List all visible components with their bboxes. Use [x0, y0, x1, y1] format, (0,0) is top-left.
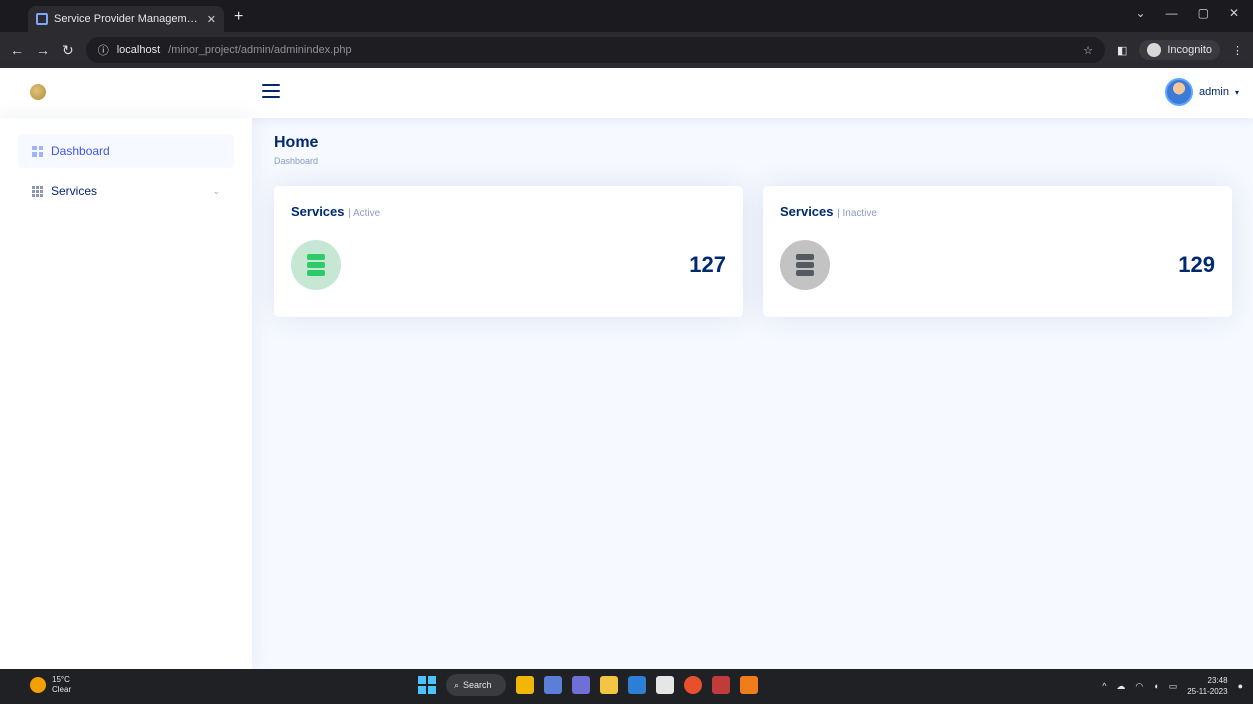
- incognito-badge[interactable]: Incognito: [1139, 40, 1220, 60]
- weather-temp: 15°C: [52, 675, 70, 684]
- weather-widget[interactable]: 15°C Clear: [30, 675, 71, 695]
- card-subtitle: | Inactive: [837, 208, 877, 219]
- sidebar: Dashboard Services ⌄: [0, 118, 252, 669]
- sidebar-item-label: Dashboard: [51, 144, 110, 158]
- site-info-icon[interactable]: ⓘ: [98, 42, 109, 58]
- inactive-services-count: 129: [1178, 252, 1215, 277]
- active-services-count: 127: [689, 252, 726, 277]
- teams-icon[interactable]: [572, 676, 590, 694]
- speaker-icon[interactable]: ◖: [1153, 681, 1158, 691]
- card-subtitle: | Active: [348, 208, 381, 219]
- server-icon: [780, 240, 830, 290]
- card-title: Services | Inactive: [780, 204, 877, 219]
- clock[interactable]: 23:48 25-11-2023: [1187, 675, 1227, 697]
- card-title-text: Services: [780, 204, 834, 219]
- windows-start-icon[interactable]: [418, 676, 436, 694]
- notification-icon[interactable]: ●: [1238, 681, 1243, 691]
- file-explorer-icon[interactable]: [600, 676, 618, 694]
- toolbar-right: ◧ Incognito ⋮: [1117, 40, 1243, 60]
- os-taskbar: 15°C Clear ⌕ Search ^ ☁ ◠ ◖ ▭ 23:48 25-1…: [0, 669, 1253, 704]
- browser-tab[interactable]: Service Provider Management S ✕: [28, 6, 224, 32]
- app-header: admin ▾: [0, 68, 1253, 118]
- chrome-icon[interactable]: [684, 676, 702, 694]
- close-tab-icon[interactable]: ✕: [207, 13, 216, 26]
- stat-cards: Services | Active 127 Services | Inactiv…: [274, 186, 1232, 317]
- breadcrumb[interactable]: Dashboard: [274, 156, 1231, 166]
- reload-icon[interactable]: ↻: [62, 42, 74, 59]
- search-label: Search: [463, 680, 492, 690]
- new-tab-icon[interactable]: +: [234, 8, 243, 26]
- browser-menu-icon[interactable]: ⋮: [1232, 44, 1243, 57]
- battery-icon[interactable]: ▭: [1169, 681, 1178, 692]
- profile-name: admin: [1199, 86, 1229, 98]
- browser-toolbar: ← → ↻ ⓘ localhost/minor_project/admin/ad…: [0, 32, 1253, 68]
- cloud-icon[interactable]: ☁: [1116, 681, 1125, 692]
- logo-icon[interactable]: [30, 84, 46, 100]
- taskbar-search[interactable]: ⌕ Search: [446, 674, 506, 696]
- url-host: localhost: [116, 44, 161, 56]
- security-app-icon[interactable]: [712, 676, 730, 694]
- address-bar[interactable]: ⓘ localhost/minor_project/admin/adminind…: [85, 37, 1105, 63]
- sidebar-item-label: Services: [51, 184, 98, 198]
- notepad-icon[interactable]: [656, 676, 674, 694]
- browser-tabbar: Service Provider Management S ✕ + ⌄ — ▢ …: [0, 0, 1253, 32]
- clock-time: 23:48: [1207, 676, 1228, 685]
- search-icon: ⌕: [454, 679, 460, 690]
- close-window-icon[interactable]: ✕: [1229, 6, 1239, 20]
- weather-desc: Clear: [52, 685, 72, 694]
- url-path: /minor_project/admin/adminindex.php: [168, 44, 352, 56]
- incognito-icon: [1147, 43, 1162, 57]
- vscode-icon[interactable]: [628, 676, 646, 694]
- minimize-icon[interactable]: —: [1166, 6, 1178, 20]
- page-title: Home: [274, 134, 319, 151]
- main-content: Home Dashboard Services | Active 127 Ser…: [252, 118, 1253, 669]
- wifi-icon[interactable]: ◠: [1135, 681, 1143, 692]
- profile-dropdown[interactable]: admin ▾: [1165, 78, 1239, 106]
- hamburger-menu-icon[interactable]: [262, 82, 280, 100]
- system-tray: ^ ☁ ◠ ◖ ▭ 23:48 25-11-2023 ●: [1102, 675, 1243, 697]
- clock-date: 25-11-2023: [1187, 687, 1228, 696]
- taskbar-apps: ⌕ Search: [418, 674, 758, 696]
- window-controls: ⌄ — ▢ ✕: [1136, 6, 1239, 20]
- tab-title: Service Provider Management S: [54, 13, 201, 25]
- sidebar-item-dashboard[interactable]: Dashboard: [18, 134, 234, 168]
- page-favicon-icon: [36, 13, 48, 25]
- list-icon: [32, 185, 43, 197]
- sidebar-item-services[interactable]: Services ⌄: [18, 174, 234, 208]
- avatar: [1165, 78, 1194, 106]
- app-viewport: admin ▾ Dashboard Services ⌄ Home Dashbo…: [0, 68, 1253, 669]
- weather-sun-icon: [30, 677, 46, 693]
- people-app-icon[interactable]: [516, 676, 534, 694]
- chevron-up-icon[interactable]: ^: [1102, 681, 1106, 691]
- server-icon: [291, 240, 341, 290]
- maximize-icon[interactable]: ▢: [1198, 6, 1209, 20]
- card-title-text: Services: [291, 204, 345, 219]
- incognito-label: Incognito: [1167, 44, 1212, 56]
- grid-icon: [32, 145, 43, 157]
- forward-arrow-icon[interactable]: →: [36, 42, 50, 58]
- bookmark-star-icon[interactable]: ☆: [1083, 44, 1093, 57]
- inactive-services-card: Services | Inactive 129: [763, 186, 1232, 317]
- chevron-down-icon: ⌄: [212, 185, 220, 196]
- active-services-card: Services | Active 127: [274, 186, 743, 317]
- back-arrow-icon[interactable]: ←: [10, 42, 24, 58]
- side-panel-icon[interactable]: ◧: [1117, 44, 1127, 57]
- task-view-icon[interactable]: [544, 676, 562, 694]
- xampp-icon[interactable]: [740, 676, 758, 694]
- tab-search-icon[interactable]: ⌄: [1136, 6, 1146, 20]
- card-title: Services | Active: [291, 204, 380, 219]
- chevron-down-icon: ▾: [1234, 87, 1239, 97]
